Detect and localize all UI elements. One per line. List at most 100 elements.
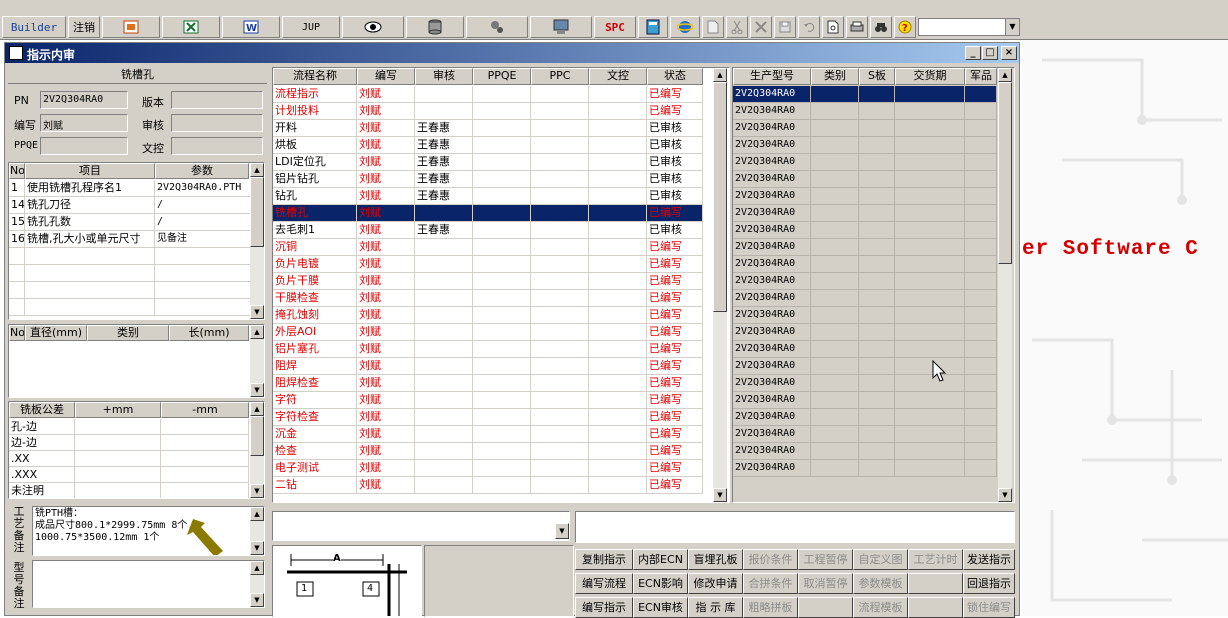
action-button[interactable]: 编写流程: [575, 573, 633, 594]
scroll-up-icon[interactable]: ▲: [250, 325, 264, 339]
excel-button[interactable]: [162, 16, 220, 38]
flow-scrollbar[interactable]: ▲ ▼: [713, 68, 727, 502]
flow-row[interactable]: 沉铜 刘赋 已编写: [273, 239, 703, 256]
model-row[interactable]: 2V2Q304RA0: [733, 460, 997, 477]
action-button[interactable]: [908, 573, 963, 594]
maximize-button[interactable]: □: [982, 46, 998, 60]
model-header-0[interactable]: 生产型号: [733, 68, 811, 85]
model-row[interactable]: 2V2Q304RA0: [733, 103, 997, 120]
action-button[interactable]: 参数模板: [853, 573, 908, 594]
flow-row[interactable]: 检查 刘赋 已编写: [273, 443, 703, 460]
toolbar-combo[interactable]: ▼: [918, 18, 1020, 36]
eye-button[interactable]: [342, 16, 404, 38]
model-row[interactable]: 2V2Q304RA0: [733, 188, 997, 205]
action-button[interactable]: 报价条件: [743, 549, 798, 570]
scroll-down-icon[interactable]: ▼: [250, 593, 264, 607]
action-button[interactable]: ECN审核: [633, 597, 688, 618]
flow-row[interactable]: 电子测试 刘赋 已编写: [273, 460, 703, 477]
action-button[interactable]: 回退指示: [963, 573, 1015, 594]
model-row[interactable]: 2V2Q304RA0: [733, 290, 997, 307]
flow-row[interactable]: 沉金 刘赋 已编写: [273, 426, 703, 443]
tol-plus-cell[interactable]: [75, 419, 161, 435]
flow-row[interactable]: 字符 刘赋 已编写: [273, 392, 703, 409]
model-row[interactable]: 2V2Q304RA0: [733, 256, 997, 273]
scroll-thumb[interactable]: [250, 416, 264, 456]
model-header-1[interactable]: 类别: [811, 68, 859, 85]
model-note-box[interactable]: ▲ ▼: [32, 560, 265, 608]
print-button[interactable]: [846, 16, 868, 38]
spc-button[interactable]: SPC: [594, 16, 636, 38]
flow-row[interactable]: 阻焊 刘赋 已编写: [273, 358, 703, 375]
model-header-3[interactable]: 交货期: [895, 68, 965, 85]
flow-row[interactable]: LDI定位孔 刘赋 王春惠 已审核: [273, 154, 703, 171]
find-button[interactable]: [870, 16, 892, 38]
calc-button[interactable]: [638, 16, 668, 38]
action-button[interactable]: 锁住编写: [963, 597, 1015, 618]
bottom-text-field[interactable]: [575, 511, 1015, 543]
action-button[interactable]: 工艺计时: [908, 549, 963, 570]
flow-row[interactable]: 二钻 刘赋 已编写: [273, 477, 703, 494]
undo-button[interactable]: [798, 16, 820, 38]
database-button[interactable]: [406, 16, 464, 38]
action-button[interactable]: 复制指示: [575, 549, 633, 570]
ie-button[interactable]: [670, 16, 700, 38]
model-header-2[interactable]: S板: [859, 68, 895, 85]
scroll-down-icon[interactable]: ▼: [250, 484, 264, 498]
model-row[interactable]: 2V2Q304RA0: [733, 86, 997, 103]
model-scrollbar[interactable]: ▲ ▼: [998, 68, 1012, 502]
tol-plus-cell[interactable]: [75, 435, 161, 451]
scroll-up-icon[interactable]: ▲: [250, 402, 264, 416]
flow-row[interactable]: 干膜检查 刘赋 已编写: [273, 290, 703, 307]
model-row[interactable]: 2V2Q304RA0: [733, 324, 997, 341]
powerpoint-button[interactable]: [102, 16, 160, 38]
chevron-down-icon[interactable]: ▼: [555, 523, 569, 539]
action-button[interactable]: 流程模板: [853, 597, 908, 618]
flow-row[interactable]: 流程指示 刘赋 已编写: [273, 86, 703, 103]
scroll-up-icon[interactable]: ▲: [713, 68, 727, 82]
scroll-up-icon[interactable]: ▲: [250, 507, 264, 521]
model-row[interactable]: 2V2Q304RA0: [733, 239, 997, 256]
action-button[interactable]: [798, 597, 853, 618]
flow-row[interactable]: 去毛刺1 刘赋 王春惠 已审核: [273, 222, 703, 239]
model-row[interactable]: 2V2Q304RA0: [733, 307, 997, 324]
model-row[interactable]: 2V2Q304RA0: [733, 205, 997, 222]
tol-scrollbar[interactable]: ▲ ▼: [250, 402, 264, 498]
computer-button[interactable]: [530, 16, 592, 38]
flow-header-5[interactable]: 文控: [589, 68, 647, 85]
action-button[interactable]: 工程暂停: [798, 549, 853, 570]
flow-header-3[interactable]: PPQE: [473, 68, 531, 85]
cut-button[interactable]: [726, 16, 748, 38]
flow-row[interactable]: 掩孔蚀刻 刘赋 已编写: [273, 307, 703, 324]
action-button[interactable]: 内部ECN: [633, 549, 688, 570]
flow-row[interactable]: 外层AOI 刘赋 已编写: [273, 324, 703, 341]
dim-scrollbar[interactable]: ▲ ▼: [250, 325, 264, 397]
scroll-down-icon[interactable]: ▼: [250, 305, 264, 319]
flow-header-6[interactable]: 状态: [647, 68, 703, 85]
flow-row[interactable]: 铝片钻孔 刘赋 王春惠 已审核: [273, 171, 703, 188]
model-row[interactable]: 2V2Q304RA0: [733, 392, 997, 409]
help-button[interactable]: ?: [894, 16, 916, 38]
tol-minus-cell[interactable]: [161, 451, 249, 467]
flow-row[interactable]: 阻焊检查 刘赋 已编写: [273, 375, 703, 392]
action-button[interactable]: ECN影响: [633, 573, 688, 594]
new-button[interactable]: [702, 16, 724, 38]
tol-plus-cell[interactable]: [75, 451, 161, 467]
tools-button[interactable]: [466, 16, 528, 38]
minimize-button[interactable]: _: [965, 46, 981, 60]
model-row[interactable]: 2V2Q304RA0: [733, 137, 997, 154]
action-button[interactable]: 修改申请: [688, 573, 743, 594]
scroll-down-icon[interactable]: ▼: [998, 488, 1012, 502]
pn-field[interactable]: 2V2Q304RA0: [40, 91, 128, 109]
scroll-down-icon[interactable]: ▼: [713, 488, 727, 502]
action-button[interactable]: 自定义图: [853, 549, 908, 570]
bottom-combo[interactable]: ▼: [272, 511, 570, 541]
model-row[interactable]: 2V2Q304RA0: [733, 443, 997, 460]
action-button[interactable]: 盲埋孔板: [688, 549, 743, 570]
model-row[interactable]: 2V2Q304RA0: [733, 358, 997, 375]
scroll-down-icon[interactable]: ▼: [250, 383, 264, 397]
model-header-4[interactable]: 军品: [965, 68, 997, 85]
model-row[interactable]: 2V2Q304RA0: [733, 409, 997, 426]
flow-row[interactable]: 铣槽孔 刘赋 已编写: [273, 205, 703, 222]
word-button[interactable]: W: [222, 16, 280, 38]
action-button[interactable]: [908, 597, 963, 618]
